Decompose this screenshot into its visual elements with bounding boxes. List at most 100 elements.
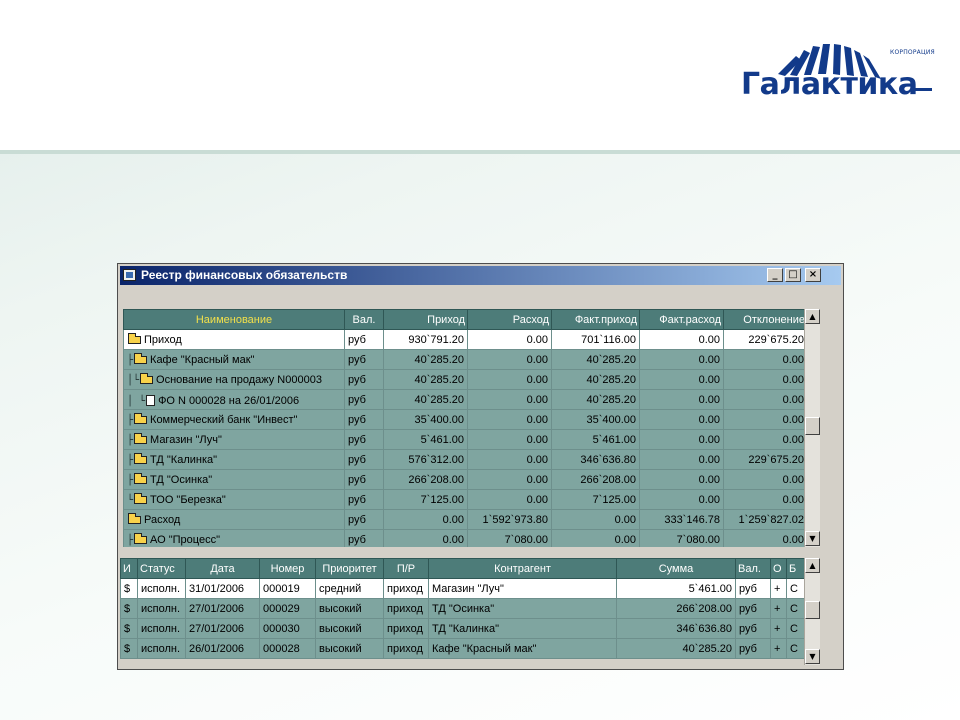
doc-cell-b[interactable]: С — [786, 578, 805, 599]
doc-cell-currency[interactable]: руб — [735, 618, 771, 639]
register-cell-fact-expense[interactable]: 0.00 — [639, 349, 724, 370]
doc-cell-i[interactable]: $ — [120, 638, 138, 659]
doc-cell-counterparty[interactable]: Магазин "Луч" — [428, 578, 617, 599]
doc-cell-status[interactable]: исполн. — [137, 598, 186, 619]
register-row[interactable]: ├ Коммерческий банк "Инвест" руб 35`400.00 0… — [123, 409, 808, 430]
minimize-button[interactable]: _ — [767, 268, 783, 282]
folder-icon[interactable] — [134, 532, 148, 544]
register-cell-expense[interactable]: 0.00 — [467, 349, 552, 370]
register-cell-income[interactable]: 576`312.00 — [383, 449, 468, 470]
register-cell-name[interactable]: ├ ТД "Калинка" — [123, 449, 345, 470]
register-cell-currency[interactable]: руб — [344, 509, 384, 530]
register-cell-income[interactable]: 40`285.20 — [383, 369, 468, 390]
col-header-status[interactable]: Статус — [137, 558, 186, 579]
register-row[interactable]: ├ ТД "Осинка" руб 266`208.00 0.00 266`208.00 0… — [123, 469, 808, 490]
register-cell-name[interactable]: Приход — [123, 329, 345, 350]
doc-cell-priority[interactable]: высокий — [315, 598, 384, 619]
col-header-date[interactable]: Дата — [185, 558, 260, 579]
folder-icon[interactable] — [128, 332, 141, 344]
doc-cell-date[interactable]: 27/01/2006 — [185, 618, 260, 639]
doc-cell-status[interactable]: исполн. — [137, 578, 186, 599]
register-cell-expense[interactable]: 0.00 — [467, 449, 552, 470]
register-cell-currency[interactable]: руб — [344, 369, 384, 390]
register-cell-fact-expense[interactable]: 0.00 — [639, 449, 724, 470]
register-row[interactable]: │└ Основание на продажу N000003 руб 40`285.… — [123, 369, 808, 390]
register-cell-fact-expense[interactable]: 0.00 — [639, 429, 724, 450]
register-cell-fact-expense[interactable]: 0.00 — [639, 329, 724, 350]
register-cell-income[interactable]: 930`791.20 — [383, 329, 468, 350]
doc-cell-o[interactable]: + — [770, 578, 787, 599]
register-cell-currency[interactable]: руб — [344, 489, 384, 510]
register-cell-expense[interactable]: 0.00 — [467, 489, 552, 510]
doc-cell-currency[interactable]: руб — [735, 598, 771, 619]
col-header-o[interactable]: О — [770, 558, 787, 579]
document-row[interactable]: $ исполн. 26/01/2006 000028 высокий приход Каф… — [120, 638, 805, 659]
folder-icon[interactable] — [134, 432, 148, 444]
register-row[interactable]: ├ ТД "Калинка" руб 576`312.00 0.00 346`636.80… — [123, 449, 808, 470]
register-cell-expense[interactable]: 0.00 — [467, 469, 552, 490]
doc-cell-date[interactable]: 26/01/2006 — [185, 638, 260, 659]
docs-scroll-thumb[interactable] — [805, 601, 820, 619]
doc-cell-i[interactable]: $ — [120, 598, 138, 619]
register-cell-deviation[interactable]: 0.00 — [723, 389, 808, 410]
col-header-doc-currency[interactable]: Вал. — [735, 558, 771, 579]
col-header-pr[interactable]: П/Р — [383, 558, 429, 579]
col-header-number[interactable]: Номер — [259, 558, 316, 579]
register-row[interactable]: Приход руб 930`791.20 0.00 701`116.00 0.00 229… — [123, 329, 808, 350]
register-cell-currency[interactable]: руб — [344, 389, 384, 410]
col-header-amount[interactable]: Сумма — [616, 558, 736, 579]
register-cell-name[interactable]: Расход — [123, 509, 345, 530]
col-header-expense[interactable]: Расход — [467, 309, 552, 330]
docs-scroll-up-button[interactable]: ▲ — [805, 558, 820, 573]
register-cell-name[interactable]: └ ТОО "Березка" — [123, 489, 345, 510]
doc-cell-pr[interactable]: приход — [383, 638, 429, 659]
register-cell-expense[interactable]: 1`592`973.80 — [467, 509, 552, 530]
doc-cell-status[interactable]: исполн. — [137, 618, 186, 639]
doc-cell-currency[interactable]: руб — [735, 578, 771, 599]
register-row[interactable]: │ └ ФО N 000028 на 26/01/2006 руб 40`285.20… — [123, 389, 808, 410]
docs-scroll-down-button[interactable]: ▼ — [805, 649, 820, 664]
register-cell-deviation[interactable]: 0.00 — [723, 469, 808, 490]
folder-icon[interactable] — [140, 372, 154, 384]
doc-cell-priority[interactable]: средний — [315, 578, 384, 599]
register-cell-deviation[interactable]: 1`259`827.02 — [723, 509, 808, 530]
register-cell-name[interactable]: ├ Магазин "Луч" — [123, 429, 345, 450]
col-header-deviation[interactable]: Отклонение — [723, 309, 808, 330]
register-cell-expense[interactable]: 0.00 — [467, 369, 552, 390]
register-cell-deviation[interactable]: 0.00 — [723, 489, 808, 510]
register-row[interactable]: ├ Магазин "Луч" руб 5`461.00 0.00 5`461.00 0.0… — [123, 429, 808, 450]
doc-cell-priority[interactable]: высокий — [315, 618, 384, 639]
register-cell-currency[interactable]: руб — [344, 329, 384, 350]
register-row[interactable]: └ ТОО "Березка" руб 7`125.00 0.00 7`125.00 0.0… — [123, 489, 808, 510]
doc-cell-pr[interactable]: приход — [383, 578, 429, 599]
register-cell-fact-income[interactable]: 40`285.20 — [551, 349, 640, 370]
doc-cell-pr[interactable]: приход — [383, 598, 429, 619]
register-scrollbar[interactable]: ▲ ▼ — [804, 309, 820, 547]
register-cell-fact-expense[interactable]: 0.00 — [639, 409, 724, 430]
document-row[interactable]: $ исполн. 31/01/2006 000019 средний приход Маг… — [120, 578, 805, 599]
register-cell-income[interactable]: 40`285.20 — [383, 389, 468, 410]
register-cell-fact-expense[interactable]: 0.00 — [639, 469, 724, 490]
register-cell-fact-expense[interactable]: 0.00 — [639, 369, 724, 390]
doc-cell-counterparty[interactable]: ТД "Калинка" — [428, 618, 617, 639]
register-cell-name[interactable]: │└ Основание на продажу N000003 — [123, 369, 345, 390]
doc-cell-amount[interactable]: 5`461.00 — [616, 578, 736, 599]
doc-cell-date[interactable]: 27/01/2006 — [185, 598, 260, 619]
register-cell-currency[interactable]: руб — [344, 449, 384, 470]
doc-cell-b[interactable]: С — [786, 638, 805, 659]
register-cell-name[interactable]: ├ Кафе "Красный мак" — [123, 349, 345, 370]
register-cell-name[interactable]: ├ Коммерческий банк "Инвест" — [123, 409, 345, 430]
register-cell-income[interactable]: 266`208.00 — [383, 469, 468, 490]
register-cell-fact-income[interactable]: 40`285.20 — [551, 369, 640, 390]
register-cell-deviation[interactable]: 0.00 — [723, 349, 808, 370]
window-titlebar[interactable]: Реестр финансовых обязательств _ □ × — [120, 266, 841, 285]
register-cell-name[interactable]: ├ ТД "Осинка" — [123, 469, 345, 490]
register-cell-deviation[interactable]: 0.00 — [723, 429, 808, 450]
doc-cell-status[interactable]: исполн. — [137, 638, 186, 659]
folder-icon[interactable] — [128, 512, 141, 524]
doc-cell-pr[interactable]: приход — [383, 618, 429, 639]
register-cell-currency[interactable]: руб — [344, 349, 384, 370]
register-cell-expense[interactable]: 0.00 — [467, 409, 552, 430]
doc-cell-amount[interactable]: 346`636.80 — [616, 618, 736, 639]
doc-cell-i[interactable]: $ — [120, 618, 138, 639]
